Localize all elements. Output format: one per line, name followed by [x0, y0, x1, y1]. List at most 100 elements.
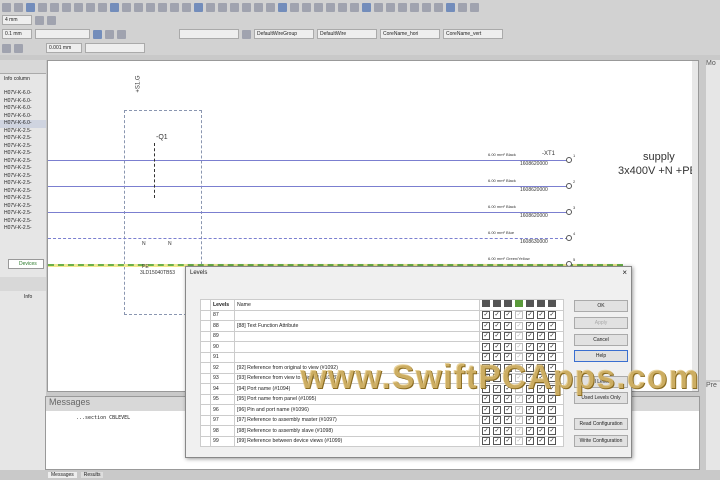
level-checkbox[interactable]: ✓ — [537, 426, 545, 435]
level-checkbox[interactable]: ✓ — [537, 342, 545, 351]
toolbar-icon[interactable] — [470, 2, 479, 12]
level-checkbox[interactable]: ✓ — [537, 332, 545, 341]
toolbar-icon[interactable] — [374, 2, 383, 12]
level-checkbox[interactable]: ✓ — [537, 321, 545, 330]
cancel-button[interactable]: Cancel — [574, 334, 628, 346]
ok-button[interactable]: OK — [574, 300, 628, 312]
list-item[interactable]: H07V-K-2.5- — [0, 173, 46, 181]
level-checkbox[interactable]: ✓ — [504, 321, 512, 330]
toolbar-icon[interactable] — [158, 2, 167, 12]
read-config-button[interactable]: Read Configuration — [574, 418, 628, 430]
level-checkbox[interactable]: ✓ — [526, 405, 534, 414]
tab-devices[interactable]: Devices — [8, 259, 44, 269]
toolbar-icon[interactable] — [410, 2, 419, 12]
level-checkbox[interactable]: ✓ — [504, 426, 512, 435]
toolbar-icon[interactable] — [230, 2, 239, 12]
toolbar-icon[interactable] — [314, 2, 323, 12]
level-checkbox[interactable]: ✓ — [526, 311, 534, 320]
list-item[interactable]: H07V-K-6.0- — [0, 120, 46, 128]
toolbar-icon[interactable] — [38, 2, 47, 12]
toolbar-icon[interactable] — [326, 2, 335, 12]
core-hori-select[interactable]: CoreName_hori — [380, 29, 440, 39]
level-checkbox[interactable]: ✓ — [482, 416, 490, 425]
level-checkbox[interactable]: ✓ — [482, 426, 490, 435]
toolbar-icon[interactable] — [170, 2, 179, 12]
line-style-select[interactable] — [85, 43, 145, 53]
level-checkbox[interactable]: ✓ — [515, 426, 523, 435]
tool-icon[interactable] — [105, 29, 114, 39]
toolbar-icon[interactable] — [242, 2, 251, 12]
list-item[interactable]: H07V-K-2.5- — [0, 188, 46, 196]
level-checkbox[interactable]: ✓ — [482, 342, 490, 351]
level-checkbox[interactable]: ✓ — [504, 437, 512, 446]
toolbar-icon[interactable] — [182, 2, 191, 12]
list-item[interactable]: H07V-K-2.5- — [0, 158, 46, 166]
level-checkbox[interactable]: ✓ — [548, 416, 556, 425]
level-checkbox[interactable]: ✓ — [526, 437, 534, 446]
level-checkbox[interactable]: ✓ — [493, 416, 501, 425]
level-checkbox[interactable]: ✓ — [515, 405, 523, 414]
wire-group-select[interactable]: DefaultWireGroup — [254, 29, 314, 39]
wire-select[interactable]: DefaultWire — [317, 29, 377, 39]
toolbar-icon[interactable] — [422, 2, 431, 12]
toolbar-icon[interactable] — [2, 2, 11, 12]
toolbar-icon[interactable] — [386, 2, 395, 12]
table-row[interactable]: 89 ✓ ✓ ✓ ✓ ✓ ✓ ✓ — [200, 330, 564, 342]
toolbar-icon[interactable] — [446, 2, 455, 12]
toolbar-icon[interactable] — [50, 2, 59, 12]
level-checkbox[interactable]: ✓ — [526, 426, 534, 435]
level-checkbox[interactable]: ✓ — [493, 311, 501, 320]
level-checkbox[interactable]: ✓ — [537, 437, 545, 446]
level-checkbox[interactable]: ✓ — [493, 342, 501, 351]
list-item[interactable]: H07V-K-2.5- — [0, 135, 46, 143]
toolbar-icon[interactable] — [218, 2, 227, 12]
level-checkbox[interactable]: ✓ — [526, 332, 534, 341]
level-checkbox[interactable]: ✓ — [504, 342, 512, 351]
tool-icon[interactable] — [2, 43, 11, 53]
table-row[interactable]: 96 [96] Pin and port name (#1096) ✓ ✓ ✓ ✓ ✓ ✓ ✓ — [200, 404, 564, 416]
toolbar-icon[interactable] — [110, 2, 119, 12]
level-checkbox[interactable]: ✓ — [482, 321, 490, 330]
level-checkbox[interactable]: ✓ — [548, 342, 556, 351]
lock-icon[interactable] — [47, 15, 56, 25]
toolbar-icon[interactable] — [194, 2, 203, 12]
level-checkbox[interactable]: ✓ — [504, 311, 512, 320]
empty-select[interactable] — [179, 29, 239, 39]
table-row[interactable]: 88 [88] Text Function Attribute ✓ ✓ ✓ ✓ ✓ ✓ ✓ — [200, 320, 564, 332]
level-checkbox[interactable]: ✓ — [504, 332, 512, 341]
toolbar-icon[interactable] — [338, 2, 347, 12]
tool-icon[interactable] — [14, 43, 23, 53]
core-vert-select[interactable]: CoreName_vert — [443, 29, 503, 39]
list-item[interactable]: H07V-K-6.0- — [0, 98, 46, 106]
table-row[interactable]: 98 [98] Reference to assembly slave (#109… — [200, 425, 564, 437]
toolbar-icon[interactable] — [254, 2, 263, 12]
level-checkbox[interactable]: ✓ — [482, 332, 490, 341]
toolbar-icon[interactable] — [62, 2, 71, 12]
list-item[interactable]: H07V-K-6.0- — [0, 105, 46, 113]
write-config-button[interactable]: Write Configuration — [574, 435, 628, 447]
level-checkbox[interactable]: ✓ — [515, 342, 523, 351]
level-checkbox[interactable]: ✓ — [493, 321, 501, 330]
list-item[interactable]: H07V-K-2.5- — [0, 195, 46, 203]
table-row[interactable]: 87 ✓ ✓ ✓ ✓ ✓ ✓ ✓ — [200, 309, 564, 321]
toolbar-icon[interactable] — [266, 2, 275, 12]
toolbar-icon[interactable] — [434, 2, 443, 12]
tab-messages[interactable]: Messages — [48, 472, 77, 478]
level-checkbox[interactable]: ✓ — [515, 437, 523, 446]
toolbar-icon[interactable] — [278, 2, 287, 12]
level-checkbox[interactable]: ✓ — [493, 332, 501, 341]
toolbar-icon[interactable] — [458, 2, 467, 12]
list-item[interactable]: H07V-K-2.5- — [0, 165, 46, 173]
toolbar-icon[interactable] — [362, 2, 371, 12]
list-item[interactable]: H07V-K-2.5- — [0, 225, 46, 233]
tool-icon[interactable] — [93, 29, 102, 39]
toolbar-icon[interactable] — [134, 2, 143, 12]
tab-results[interactable]: Results — [80, 472, 104, 478]
level-checkbox[interactable]: ✓ — [548, 405, 556, 414]
toolbar-icon[interactable] — [14, 2, 23, 12]
toolbar-icon[interactable] — [86, 2, 95, 12]
level-checkbox[interactable]: ✓ — [515, 332, 523, 341]
toolbar-icon[interactable] — [122, 2, 131, 12]
list-item[interactable]: H07V-K-2.5- — [0, 150, 46, 158]
level-checkbox[interactable]: ✓ — [548, 437, 556, 446]
